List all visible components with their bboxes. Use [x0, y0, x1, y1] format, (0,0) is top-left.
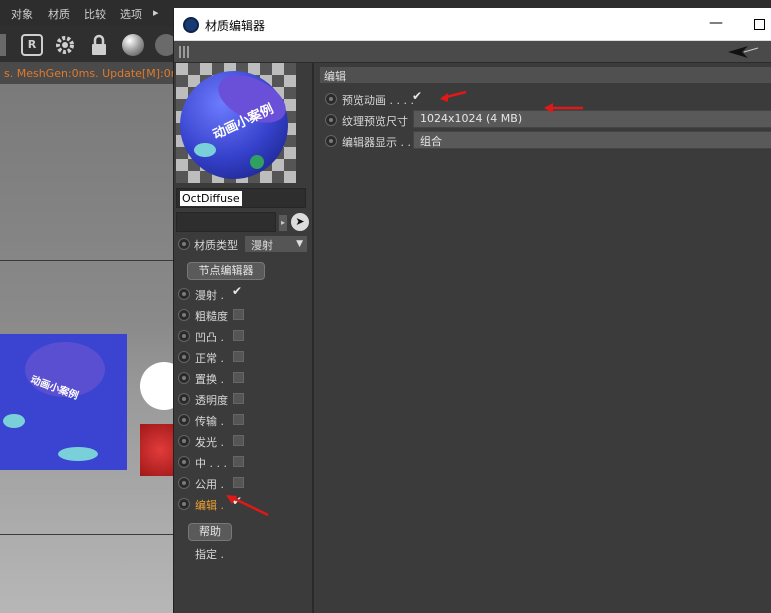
toolbar-edge-icon [0, 34, 6, 56]
texture-preview-size-radio[interactable] [325, 114, 337, 126]
channel-label-active: 编辑 . [195, 499, 224, 512]
menu-more[interactable]: ▸ [153, 6, 159, 19]
channel-checkbox[interactable] [233, 372, 244, 383]
material-type-value: 漫射 [251, 239, 273, 252]
help-button[interactable]: 帮助 [188, 523, 232, 541]
channel-checkbox[interactable] [233, 393, 244, 404]
material-name-field[interactable]: OctDiffuse [176, 188, 306, 208]
channel-checkbox[interactable] [233, 330, 244, 341]
material-editor-window: 材质编辑器 — 动画小案例 OctDiffuse ▸ ➤ 材质类型 漫射 ▼ 节… [173, 8, 771, 613]
material-name-text: OctDiffuse [180, 191, 242, 206]
render-region-icon[interactable]: R [21, 34, 43, 56]
material-type-select[interactable]: 漫射 ▼ [244, 235, 308, 253]
channel-check-icon[interactable]: ✔ [232, 284, 242, 298]
channel-label: 置换 . [195, 373, 224, 386]
editor-left-panel: 动画小案例 OctDiffuse ▸ ➤ 材质类型 漫射 ▼ 节点编辑器 漫射 … [174, 63, 314, 613]
assign-label[interactable]: 指定 . [195, 546, 224, 562]
channel-checkbox[interactable] [233, 351, 244, 362]
chevron-down-icon: ▼ [296, 239, 303, 249]
editor-display-label: 编辑器显示 . . [342, 136, 411, 149]
window-title: 材质编辑器 [205, 19, 266, 33]
channel-radio[interactable] [178, 309, 190, 321]
link-field[interactable] [176, 212, 276, 232]
menu-compare[interactable]: 比较 [84, 6, 106, 22]
viewport-grid-line [0, 260, 175, 261]
channel-radio[interactable] [178, 330, 190, 342]
material-type-label: 材质类型 [194, 239, 238, 252]
gear-icon[interactable] [54, 34, 76, 56]
viewport-plane-object: 动画小案例 [0, 334, 127, 470]
channel-checkbox[interactable] [233, 414, 244, 425]
status-line: s. MeshGen:0ms. Update[M]:0ms. [0, 62, 175, 84]
editor-toolbar-strip [174, 41, 771, 63]
viewport-grid-line [0, 534, 175, 535]
channel-label: 传输 . [195, 415, 224, 428]
channel-checkbox[interactable] [233, 477, 244, 488]
editor-display-select[interactable]: 组合 [413, 131, 771, 149]
material-preview[interactable]: 动画小案例 [176, 63, 296, 183]
annotation-arrow-icon [226, 495, 269, 517]
maximize-button[interactable] [754, 19, 765, 30]
menu-object[interactable]: 对象 [11, 6, 33, 22]
channel-checkbox[interactable] [233, 309, 244, 320]
preview-animation-check-icon[interactable]: ✔ [412, 89, 422, 103]
texture-preview-size-select[interactable]: 1024x1024 (4 MB) [413, 110, 771, 128]
channel-radio[interactable] [178, 477, 190, 489]
channel-label: 凹凸 . [195, 331, 224, 344]
channel-radio[interactable] [178, 456, 190, 468]
expand-arrow-icon[interactable]: ▸ [279, 215, 287, 231]
channel-label: 公用 . [195, 478, 224, 491]
menu-options[interactable]: 选项 [120, 6, 142, 22]
channel-radio[interactable] [178, 414, 190, 426]
texture-preview-size-label: 纹理预览尺寸 [342, 115, 408, 128]
material-ball-icon[interactable] [122, 34, 144, 56]
navigate-back-icon[interactable] [726, 44, 760, 63]
channel-radio[interactable] [178, 351, 190, 363]
channel-label: 发光 . [195, 436, 224, 449]
channel-label: 粗糙度 [195, 310, 228, 323]
channel-radio[interactable] [178, 498, 190, 510]
channel-label: 正常 . [195, 352, 224, 365]
viewport-image-object [140, 424, 175, 476]
preview-animation-radio[interactable] [325, 93, 337, 105]
preview-animation-label: 预览动画 . . . . [342, 94, 414, 107]
channel-checkbox[interactable] [233, 456, 244, 467]
channel-label: 中 . . . [195, 457, 227, 470]
grip-icon[interactable] [179, 46, 191, 58]
pick-arrow-icon[interactable]: ➤ [291, 213, 309, 231]
cinema4d-icon [183, 17, 199, 33]
editor-right-panel: 编辑 预览动画 . . . . ✔ 纹理预览尺寸 1024x1024 (4 MB… [316, 63, 771, 613]
material-type-radio[interactable] [178, 238, 190, 250]
minimize-button[interactable]: — [708, 15, 724, 33]
editor-display-radio[interactable] [325, 135, 337, 147]
lock-icon[interactable] [88, 34, 110, 56]
3d-viewport[interactable]: 动画小案例 [0, 84, 175, 613]
channel-radio[interactable] [178, 393, 190, 405]
editor-titlebar[interactable]: 材质编辑器 — [174, 8, 771, 41]
section-header-edit: 编辑 [320, 67, 771, 83]
channel-label: 漫射 . [195, 289, 224, 302]
node-editor-button[interactable]: 节点编辑器 [187, 262, 265, 280]
annotation-arrow-icon [440, 90, 467, 102]
viewport-sphere-object [140, 362, 175, 410]
channel-radio[interactable] [178, 372, 190, 384]
annotation-arrow-icon [544, 103, 583, 113]
channel-checkbox[interactable] [233, 435, 244, 446]
channel-radio[interactable] [178, 435, 190, 447]
channel-radio[interactable] [178, 288, 190, 300]
menu-material[interactable]: 材质 [48, 6, 70, 22]
channel-label: 透明度 [195, 394, 228, 407]
